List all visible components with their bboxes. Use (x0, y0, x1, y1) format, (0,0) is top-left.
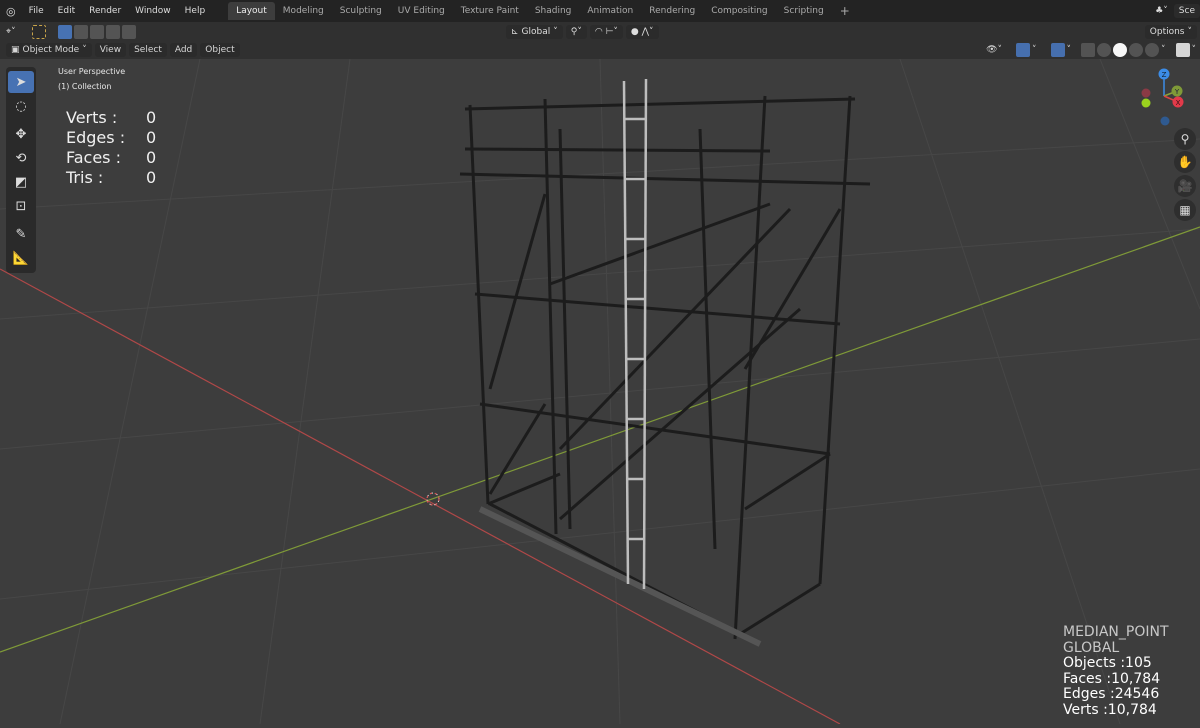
viewport-scene (0, 58, 1200, 725)
pivot-dropdown[interactable]: ⚲˅ (565, 24, 587, 39)
tab-layout[interactable]: Layout (228, 2, 275, 20)
pivot-point-text: MEDIAN_POINT (1063, 624, 1169, 640)
options-dropdown[interactable]: Options ˅ (1144, 24, 1197, 39)
scene-selector-icon[interactable]: ♣˅ (1149, 6, 1174, 16)
menu-file[interactable]: File (22, 6, 51, 16)
cursor-tool-icon[interactable]: ◌ (8, 95, 34, 117)
stat-label: Verts : (66, 108, 118, 127)
select-mode-new-icon[interactable] (57, 24, 72, 39)
tab-rendering[interactable]: Rendering (641, 2, 703, 20)
tab-modeling[interactable]: Modeling (275, 2, 332, 20)
stat-label: Faces : (66, 148, 121, 167)
tab-animation[interactable]: Animation (579, 2, 641, 20)
scene-info-overlay: MEDIAN_POINT GLOBAL Objects :105 Faces :… (1063, 624, 1169, 718)
floor-grid (0, 58, 1200, 725)
zoom-view-icon[interactable]: ⚲ (1174, 128, 1196, 150)
menu-add[interactable]: Add (169, 43, 198, 57)
gizmo-x-label: X (1176, 99, 1181, 107)
menu-view[interactable]: View (94, 43, 127, 57)
stat-value: 0 (146, 108, 157, 127)
camera-view-icon[interactable]: 🎥 (1174, 175, 1196, 197)
blender-logo-icon[interactable]: ◎ (0, 5, 22, 18)
tab-shading[interactable]: Shading (527, 2, 580, 20)
transform-orientation-dropdown[interactable]: ⊾ Global ˅ (506, 24, 563, 39)
overlay-toggle-icon[interactable] (1050, 43, 1065, 57)
menu-window[interactable]: Window (128, 6, 178, 16)
select-tool-icon[interactable] (31, 24, 46, 39)
select-mode-extend-icon[interactable] (73, 24, 88, 39)
faces-count: Faces :10,784 (1063, 670, 1161, 687)
stat-label: Tris : (66, 168, 104, 187)
select-box-tool-icon[interactable]: ➤ (8, 71, 34, 93)
shading-wireframe-icon[interactable] (1097, 43, 1111, 57)
orientation-label: Global (521, 26, 551, 37)
measure-tool-icon[interactable]: 📐 (8, 247, 34, 269)
verts-count: Verts :10,784 (1063, 701, 1157, 718)
perspective-toggle-icon[interactable]: ▦ (1174, 199, 1196, 221)
tab-compositing[interactable]: Compositing (703, 2, 775, 20)
view-name: User Perspective (58, 67, 126, 76)
scene-selector[interactable]: Sce (1173, 4, 1200, 18)
stat-value: 0 (146, 168, 157, 187)
scale-tool-icon[interactable]: ◩ (8, 171, 34, 193)
gizmo-toggle-icon[interactable] (1016, 43, 1030, 57)
tab-texture-paint[interactable]: Texture Paint (453, 2, 527, 20)
menu-object[interactable]: Object (200, 43, 240, 57)
mode-dropdown[interactable]: ▣ Object Mode ˅ (6, 43, 92, 57)
menu-help[interactable]: Help (178, 6, 213, 16)
viewport-header: ▣ Object Mode ˅ View Select Add Object 👁˅… (0, 41, 1200, 59)
menu-select[interactable]: Select (129, 43, 167, 57)
tool-settings-header: ⌖˅ ⊾ Global ˅ ⚲˅ ◠ ⊢˅ ● ⋀˅ Options ˅ (0, 22, 1200, 41)
rotate-tool-icon[interactable]: ⟲ (8, 147, 34, 169)
add-workspace-button[interactable]: + (832, 0, 858, 22)
sidebar-toggle-icon[interactable] (1175, 43, 1190, 57)
shading-rendered-icon[interactable] (1145, 43, 1159, 57)
stat-label: Edges : (66, 128, 126, 147)
annotate-tool-icon[interactable]: ✎ (8, 223, 34, 245)
menu-edit[interactable]: Edit (51, 6, 82, 16)
y-axis-line (0, 226, 1200, 653)
options-label: Options (1149, 26, 1185, 37)
mode-label: Object Mode (22, 45, 80, 55)
visibility-icon[interactable]: 👁˅ (986, 45, 1002, 55)
select-mode-intersect-icon[interactable] (121, 24, 136, 39)
stat-value: 0 (146, 128, 157, 147)
tool-shelf: ➤ ◌ ✥ ⟲ ◩ ⊡ ✎ 📐 (6, 67, 36, 273)
orientation-text: GLOBAL (1063, 639, 1120, 656)
stats-overlay: Verts : 0 Edges : 0 Faces : 0 Tris : 0 (66, 108, 156, 188)
orientation-icon: ⊾ (511, 26, 519, 37)
xray-toggle-icon[interactable] (1081, 43, 1095, 57)
proportional-edit-toggle[interactable]: ● ⋀˅ (625, 24, 659, 39)
snap-toggle[interactable]: ◠ ⊢˅ (589, 24, 623, 39)
transform-tool-icon[interactable]: ⊡ (8, 195, 34, 217)
collection-name: (1) Collection (58, 82, 112, 91)
tab-sculpting[interactable]: Sculpting (332, 2, 390, 20)
top-bar: ◎ File Edit Render Window Help Layout Mo… (0, 0, 1200, 22)
ladder[interactable] (622, 78, 648, 590)
edges-count: Edges :24546 (1063, 686, 1160, 702)
stat-value: 0 (146, 148, 157, 167)
objects-count: Objects :105 (1063, 655, 1152, 671)
transform-pivot-icon[interactable]: ⌖˅ (0, 27, 22, 37)
tab-scripting[interactable]: Scripting (776, 2, 832, 20)
shading-solid-icon[interactable] (1113, 43, 1127, 57)
shading-material-icon[interactable] (1129, 43, 1143, 57)
gizmo-z-label: Z (1162, 71, 1167, 79)
object-mode-icon: ▣ (11, 45, 20, 55)
select-mode-subtract-icon[interactable] (89, 24, 104, 39)
select-mode-invert-icon[interactable] (105, 24, 120, 39)
navigation-gizmo[interactable]: Z Y X (1130, 64, 1200, 128)
tab-uv-editing[interactable]: UV Editing (390, 2, 453, 20)
pan-view-icon[interactable]: ✋ (1174, 151, 1196, 173)
3d-viewport[interactable] (0, 58, 1200, 725)
gizmo-y-label: Y (1174, 88, 1180, 96)
move-tool-icon[interactable]: ✥ (8, 123, 34, 145)
menu-render[interactable]: Render (82, 6, 128, 16)
